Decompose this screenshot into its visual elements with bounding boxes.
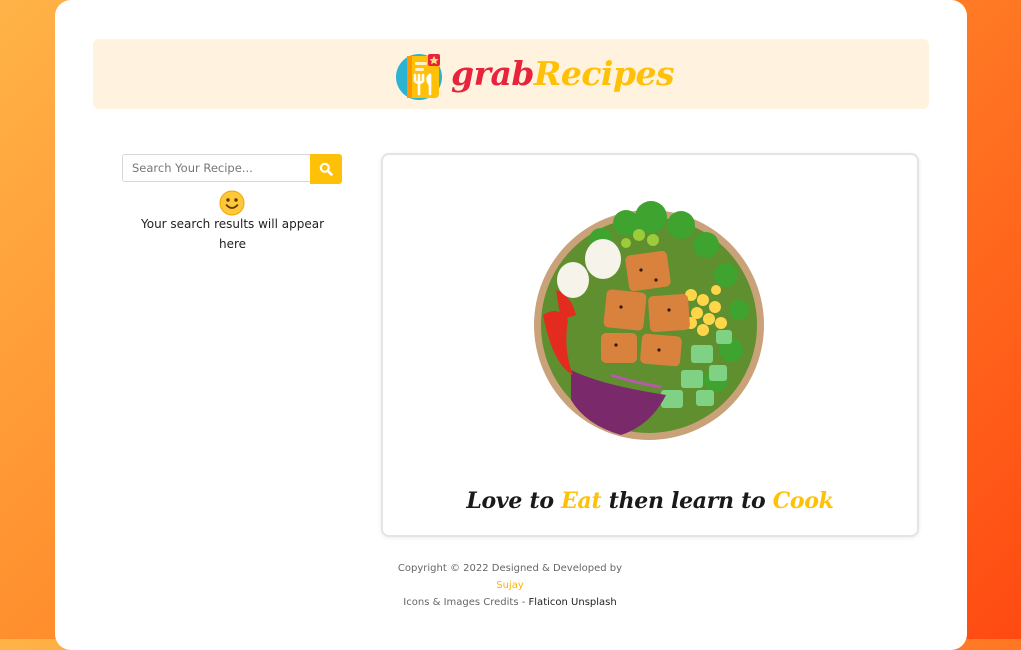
brand-name-part2: Recipes [533,53,675,93]
tagline-part3: then learn to [601,488,773,514]
unsplash-link[interactable]: Unsplash [571,597,617,608]
smiley-icon [219,190,245,216]
search-bar [122,154,343,184]
search-empty-message: Your search results will appear here [140,217,324,251]
flaticon-link[interactable]: Flaticon [529,597,568,608]
credits-label: Icons & Images Credits - [403,597,529,608]
salad-bowl-image [531,195,771,445]
hero-panel: Love to Eat then learn to Cook [381,153,919,537]
tagline-part1: Love to [466,488,562,514]
hero-tagline: Love to Eat then learn to Cook [383,488,917,514]
search-icon [319,162,333,176]
tagline-cook: Cook [772,488,834,514]
copyright-line: Copyright © 2022 Designed & Developed by… [385,560,635,594]
main-card: grabRecipes Your search results will app… [55,0,967,650]
search-button[interactable] [310,154,342,184]
brand-name: grabRecipes [451,53,675,93]
copyright-text: Copyright © 2022 Designed & Developed by [397,563,623,574]
author-link[interactable]: Sujay [496,580,524,591]
search-input[interactable] [122,154,310,182]
brand-logo[interactable]: grabRecipes [395,44,675,102]
header-banner: grabRecipes [93,39,929,109]
footer: Copyright © 2022 Designed & Developed by… [385,560,635,611]
tagline-eat: Eat [561,488,602,514]
credits-line: Icons & Images Credits - Flaticon Unspla… [385,594,635,611]
brand-name-part1: grab [451,53,534,93]
recipe-book-icon [395,44,449,102]
